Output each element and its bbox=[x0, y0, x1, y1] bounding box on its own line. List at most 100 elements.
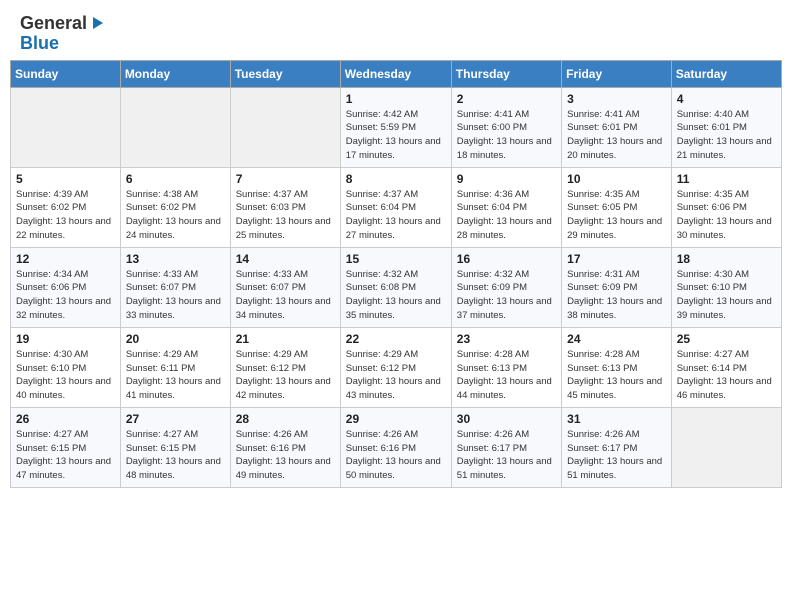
calendar-day-cell bbox=[671, 407, 781, 487]
day-number: 24 bbox=[567, 332, 666, 346]
calendar-day-cell: 13 Sunrise: 4:33 AM Sunset: 6:07 PM Dayli… bbox=[120, 247, 230, 327]
calendar-day-cell: 6 Sunrise: 4:38 AM Sunset: 6:02 PM Daylig… bbox=[120, 167, 230, 247]
day-number: 11 bbox=[677, 172, 776, 186]
calendar-body: 1 Sunrise: 4:42 AM Sunset: 5:59 PM Daylig… bbox=[11, 87, 782, 487]
day-info: Sunrise: 4:29 AM Sunset: 6:12 PM Dayligh… bbox=[236, 348, 335, 403]
day-info: Sunrise: 4:37 AM Sunset: 6:04 PM Dayligh… bbox=[346, 188, 446, 243]
day-number: 12 bbox=[16, 252, 115, 266]
day-info: Sunrise: 4:30 AM Sunset: 6:10 PM Dayligh… bbox=[677, 268, 776, 323]
weekday-header-cell: Tuesday bbox=[230, 60, 340, 87]
weekday-header-cell: Thursday bbox=[451, 60, 561, 87]
calendar-day-cell: 16Sunrise: 4:32 AM Sunset: 6:09 PM Dayli… bbox=[451, 247, 561, 327]
day-info: Sunrise: 4:26 AM Sunset: 6:16 PM Dayligh… bbox=[236, 428, 335, 483]
day-info: Sunrise: 4:26 AM Sunset: 6:16 PM Dayligh… bbox=[346, 428, 446, 483]
logo-general-text: General bbox=[20, 14, 87, 34]
day-info: Sunrise: 4:37 AM Sunset: 6:03 PM Dayligh… bbox=[236, 188, 335, 243]
calendar-day-cell bbox=[11, 87, 121, 167]
calendar-day-cell: 24Sunrise: 4:28 AM Sunset: 6:13 PM Dayli… bbox=[562, 327, 672, 407]
day-number: 27 bbox=[126, 412, 225, 426]
calendar-day-cell: 18 Sunrise: 4:30 AM Sunset: 6:10 PM Dayli… bbox=[671, 247, 781, 327]
day-info: Sunrise: 4:32 AM Sunset: 6:09 PM Dayligh… bbox=[457, 268, 556, 323]
day-number: 7 bbox=[236, 172, 335, 186]
day-number: 31 bbox=[567, 412, 666, 426]
day-number: 13 bbox=[126, 252, 225, 266]
day-number: 3 bbox=[567, 92, 666, 106]
weekday-header-cell: Wednesday bbox=[340, 60, 451, 87]
day-info: Sunrise: 4:33 AM Sunset: 6:07 PM Dayligh… bbox=[236, 268, 335, 323]
calendar-day-cell: 1 Sunrise: 4:42 AM Sunset: 5:59 PM Daylig… bbox=[340, 87, 451, 167]
day-info: Sunrise: 4:31 AM Sunset: 6:09 PM Dayligh… bbox=[567, 268, 666, 323]
weekday-header-row: SundayMondayTuesdayWednesdayThursdayFrid… bbox=[11, 60, 782, 87]
day-info: Sunrise: 4:40 AM Sunset: 6:01 PM Dayligh… bbox=[677, 108, 776, 163]
calendar-day-cell: 21 Sunrise: 4:29 AM Sunset: 6:12 PM Dayli… bbox=[230, 327, 340, 407]
day-info: Sunrise: 4:41 AM Sunset: 6:00 PM Dayligh… bbox=[457, 108, 556, 163]
day-number: 30 bbox=[457, 412, 556, 426]
day-info: Sunrise: 4:42 AM Sunset: 5:59 PM Dayligh… bbox=[346, 108, 446, 163]
day-number: 20 bbox=[126, 332, 225, 346]
day-number: 6 bbox=[126, 172, 225, 186]
day-info: Sunrise: 4:28 AM Sunset: 6:13 PM Dayligh… bbox=[457, 348, 556, 403]
day-info: Sunrise: 4:27 AM Sunset: 6:15 PM Dayligh… bbox=[126, 428, 225, 483]
day-number: 28 bbox=[236, 412, 335, 426]
calendar-day-cell bbox=[230, 87, 340, 167]
calendar-header: SundayMondayTuesdayWednesdayThursdayFrid… bbox=[11, 60, 782, 87]
weekday-header-cell: Monday bbox=[120, 60, 230, 87]
calendar-day-cell: 20 Sunrise: 4:29 AM Sunset: 6:11 PM Dayli… bbox=[120, 327, 230, 407]
calendar-day-cell: 17 Sunrise: 4:31 AM Sunset: 6:09 PM Dayli… bbox=[562, 247, 672, 327]
day-info: Sunrise: 4:33 AM Sunset: 6:07 PM Dayligh… bbox=[126, 268, 225, 323]
calendar-week-row: 12 Sunrise: 4:34 AM Sunset: 6:06 PM Dayli… bbox=[11, 247, 782, 327]
calendar-day-cell: 5Sunrise: 4:39 AM Sunset: 6:02 PM Daylig… bbox=[11, 167, 121, 247]
day-number: 5 bbox=[16, 172, 115, 186]
logo: General Blue bbox=[20, 14, 105, 54]
day-info: Sunrise: 4:35 AM Sunset: 6:06 PM Dayligh… bbox=[677, 188, 776, 243]
calendar-day-cell: 30Sunrise: 4:26 AM Sunset: 6:17 PM Dayli… bbox=[451, 407, 561, 487]
calendar-day-cell: 12 Sunrise: 4:34 AM Sunset: 6:06 PM Dayli… bbox=[11, 247, 121, 327]
day-info: Sunrise: 4:26 AM Sunset: 6:17 PM Dayligh… bbox=[567, 428, 666, 483]
calendar-day-cell: 10 Sunrise: 4:35 AM Sunset: 6:05 PM Dayli… bbox=[562, 167, 672, 247]
day-info: Sunrise: 4:34 AM Sunset: 6:06 PM Dayligh… bbox=[16, 268, 115, 323]
day-number: 19 bbox=[16, 332, 115, 346]
calendar-day-cell: 2Sunrise: 4:41 AM Sunset: 6:00 PM Daylig… bbox=[451, 87, 561, 167]
calendar-day-cell: 11 Sunrise: 4:35 AM Sunset: 6:06 PM Dayli… bbox=[671, 167, 781, 247]
calendar-day-cell: 9 Sunrise: 4:36 AM Sunset: 6:04 PM Daylig… bbox=[451, 167, 561, 247]
weekday-header-cell: Sunday bbox=[11, 60, 121, 87]
calendar-container: SundayMondayTuesdayWednesdayThursdayFrid… bbox=[0, 60, 792, 498]
day-number: 1 bbox=[346, 92, 446, 106]
day-info: Sunrise: 4:32 AM Sunset: 6:08 PM Dayligh… bbox=[346, 268, 446, 323]
day-number: 29 bbox=[346, 412, 446, 426]
calendar-day-cell: 22Sunrise: 4:29 AM Sunset: 6:12 PM Dayli… bbox=[340, 327, 451, 407]
calendar-day-cell: 29 Sunrise: 4:26 AM Sunset: 6:16 PM Dayli… bbox=[340, 407, 451, 487]
calendar-day-cell: 19Sunrise: 4:30 AM Sunset: 6:10 PM Dayli… bbox=[11, 327, 121, 407]
calendar-week-row: 19Sunrise: 4:30 AM Sunset: 6:10 PM Dayli… bbox=[11, 327, 782, 407]
logo-arrow-icon bbox=[89, 15, 105, 31]
calendar-day-cell: 4 Sunrise: 4:40 AM Sunset: 6:01 PM Daylig… bbox=[671, 87, 781, 167]
day-info: Sunrise: 4:29 AM Sunset: 6:12 PM Dayligh… bbox=[346, 348, 446, 403]
calendar-day-cell: 27 Sunrise: 4:27 AM Sunset: 6:15 PM Dayli… bbox=[120, 407, 230, 487]
logo-blue-text: Blue bbox=[20, 34, 59, 54]
calendar-day-cell: 31 Sunrise: 4:26 AM Sunset: 6:17 PM Dayli… bbox=[562, 407, 672, 487]
weekday-header-cell: Friday bbox=[562, 60, 672, 87]
day-info: Sunrise: 4:35 AM Sunset: 6:05 PM Dayligh… bbox=[567, 188, 666, 243]
day-info: Sunrise: 4:27 AM Sunset: 6:14 PM Dayligh… bbox=[677, 348, 776, 403]
calendar-day-cell: 3 Sunrise: 4:41 AM Sunset: 6:01 PM Daylig… bbox=[562, 87, 672, 167]
day-info: Sunrise: 4:29 AM Sunset: 6:11 PM Dayligh… bbox=[126, 348, 225, 403]
day-number: 4 bbox=[677, 92, 776, 106]
day-info: Sunrise: 4:38 AM Sunset: 6:02 PM Dayligh… bbox=[126, 188, 225, 243]
calendar-day-cell: 7 Sunrise: 4:37 AM Sunset: 6:03 PM Daylig… bbox=[230, 167, 340, 247]
calendar-day-cell bbox=[120, 87, 230, 167]
calendar-day-cell: 14Sunrise: 4:33 AM Sunset: 6:07 PM Dayli… bbox=[230, 247, 340, 327]
day-number: 21 bbox=[236, 332, 335, 346]
day-info: Sunrise: 4:36 AM Sunset: 6:04 PM Dayligh… bbox=[457, 188, 556, 243]
calendar-day-cell: 23Sunrise: 4:28 AM Sunset: 6:13 PM Dayli… bbox=[451, 327, 561, 407]
calendar-day-cell: 25Sunrise: 4:27 AM Sunset: 6:14 PM Dayli… bbox=[671, 327, 781, 407]
day-info: Sunrise: 4:41 AM Sunset: 6:01 PM Dayligh… bbox=[567, 108, 666, 163]
weekday-header-cell: Saturday bbox=[671, 60, 781, 87]
day-number: 9 bbox=[457, 172, 556, 186]
day-number: 18 bbox=[677, 252, 776, 266]
day-number: 10 bbox=[567, 172, 666, 186]
day-number: 17 bbox=[567, 252, 666, 266]
calendar-week-row: 5Sunrise: 4:39 AM Sunset: 6:02 PM Daylig… bbox=[11, 167, 782, 247]
calendar-week-row: 26Sunrise: 4:27 AM Sunset: 6:15 PM Dayli… bbox=[11, 407, 782, 487]
calendar-day-cell: 8Sunrise: 4:37 AM Sunset: 6:04 PM Daylig… bbox=[340, 167, 451, 247]
calendar-day-cell: 15Sunrise: 4:32 AM Sunset: 6:08 PM Dayli… bbox=[340, 247, 451, 327]
